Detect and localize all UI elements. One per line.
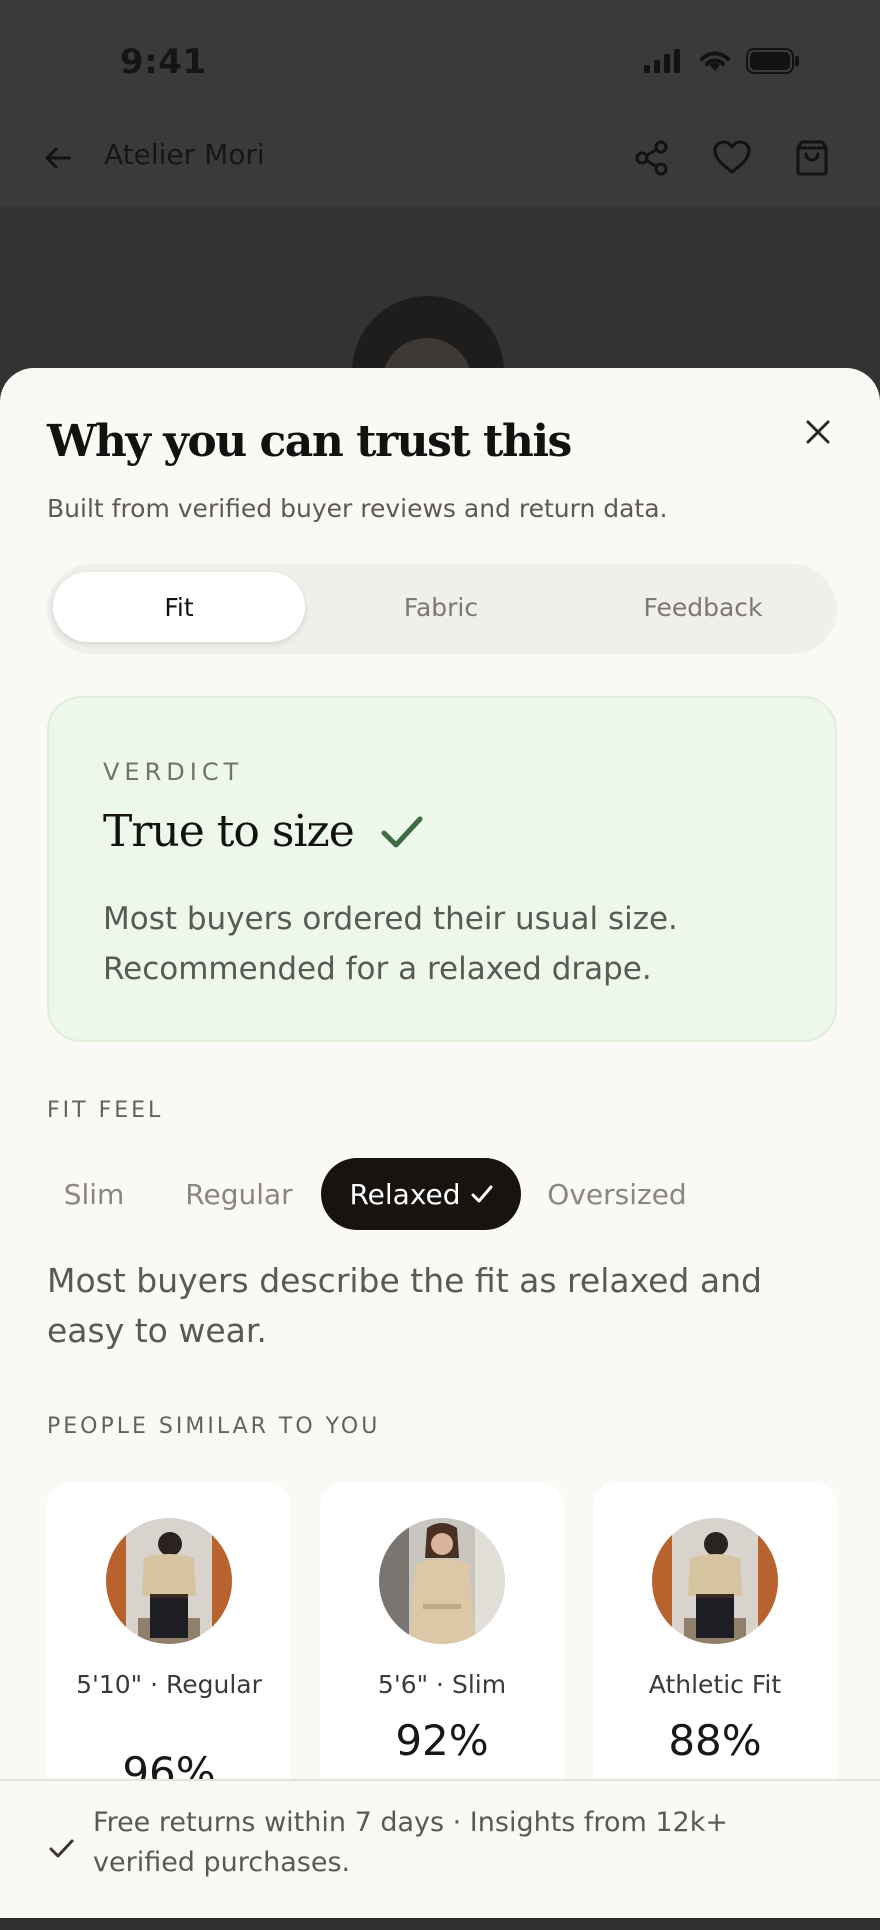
fit-description: Most buyers describe the fit as relaxed … [47, 1261, 762, 1350]
similar-person-percent: 92% [395, 1716, 489, 1765]
avatar [652, 1518, 778, 1644]
verdict-title: True to size [103, 806, 355, 857]
avatar [379, 1518, 505, 1644]
trust-sheet: Why you can trust this Built from verifi… [0, 368, 880, 1930]
sheet-title: Why you can trust this [47, 416, 572, 467]
verdict-title-row: True to size [103, 806, 424, 857]
verdict-card: VERDICT True to size Most buyers ordered… [47, 696, 837, 1042]
fit-feel-options: Slim Regular Relaxed Oversized [47, 1158, 837, 1230]
similar-person-label: 5'10" · Regular [76, 1670, 262, 1699]
tab-fabric[interactable]: Fabric [315, 572, 567, 642]
signal-icon [644, 49, 680, 73]
similar-person-percent: 88% [668, 1716, 762, 1765]
tab-fit[interactable]: Fit [53, 572, 305, 642]
app-header: Atelier Mori [0, 110, 880, 208]
verdict-description: Most buyers ordered their usual size. Re… [103, 901, 678, 987]
sheet-subtitle: Built from verified buyer reviews and re… [47, 494, 668, 523]
bag-icon [796, 140, 828, 176]
share-button[interactable] [626, 132, 678, 184]
similar-person-label: Athletic Fit [648, 1670, 782, 1699]
fit-option-regular[interactable]: Regular [167, 1158, 311, 1230]
status-icons [644, 48, 800, 74]
fit-option-slim[interactable]: Slim [47, 1158, 141, 1230]
similar-person-label: 5'6" · Slim [377, 1670, 507, 1699]
back-button[interactable] [32, 132, 84, 184]
close-button[interactable] [792, 406, 844, 458]
fit-option-oversized[interactable]: Oversized [537, 1158, 697, 1230]
brand-title: Atelier Mori [104, 138, 265, 171]
status-time: 9:41 [120, 42, 207, 82]
bag-button[interactable] [786, 132, 838, 184]
home-indicator-bar [0, 1918, 880, 1930]
close-icon [806, 420, 830, 444]
status-bar: 9:41 [0, 0, 880, 110]
fit-option-relaxed[interactable]: Relaxed [321, 1158, 521, 1230]
heart-icon [713, 140, 751, 174]
verdict-label: VERDICT [103, 758, 244, 786]
wifi-icon [700, 51, 730, 71]
back-arrow-icon [45, 147, 71, 169]
fit-feel-label: FIT FEEL [47, 1098, 164, 1123]
avatar [106, 1518, 232, 1644]
battery-icon [746, 48, 799, 74]
check-icon [471, 1185, 493, 1203]
segmented-tabs: Fit Fabric Feedback [47, 564, 837, 654]
tab-feedback[interactable]: Feedback [577, 572, 829, 642]
favorite-button[interactable] [706, 132, 758, 184]
check-icon [49, 1839, 74, 1858]
similar-people-label: PEOPLE SIMILAR TO YOU [47, 1414, 381, 1439]
fit-option-relaxed-label: Relaxed [349, 1177, 461, 1211]
trust-footer: Free returns within 7 days · Insights fr… [0, 1779, 880, 1930]
share-icon [635, 140, 668, 176]
check-icon [381, 816, 423, 847]
footer-text: Free returns within 7 days · Insights fr… [93, 1807, 728, 1878]
